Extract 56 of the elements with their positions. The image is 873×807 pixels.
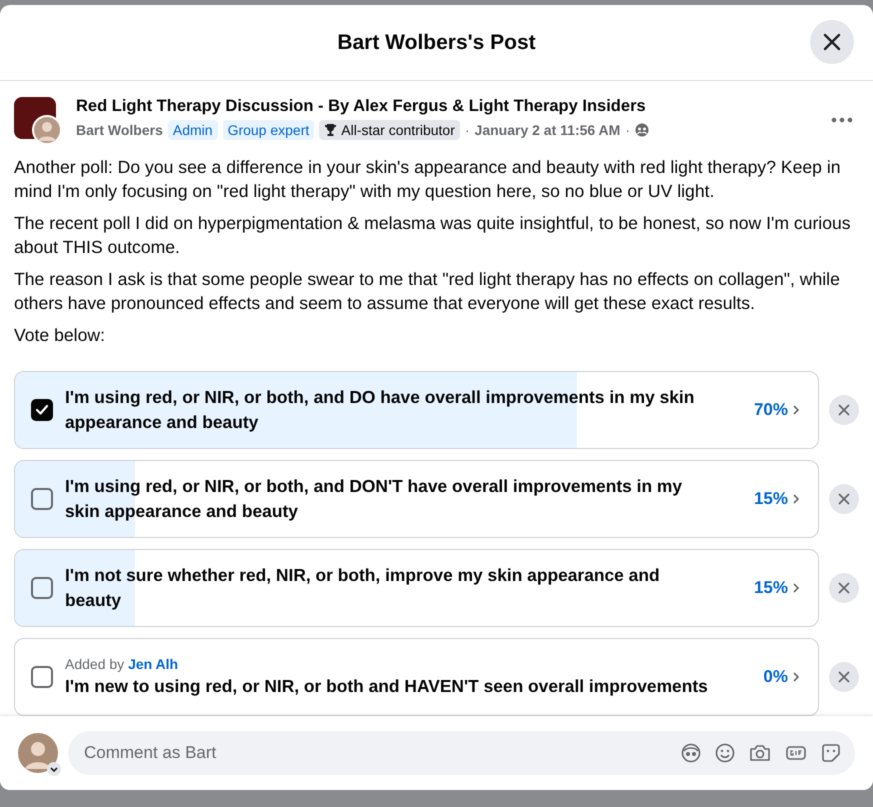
close-icon [838,493,850,505]
emoji-icon[interactable] [715,743,735,763]
remove-option-button[interactable] [829,484,859,514]
option-label: I'm using red, or NIR, or both, and DO have overall improvements in my skin appearance and beauty [65,386,696,434]
vote-percentage[interactable]: 15% [754,489,788,509]
role-badge[interactable]: Group expert [222,120,314,140]
avatar-sticker-icon[interactable] [681,743,701,763]
remove-option-button[interactable] [829,573,859,603]
poll-option[interactable]: I'm using red, or NIR, or both, and DO have overall improvements in my skin appearance and beauty 70% [14,371,819,449]
option-label: I'm not sure whether red, NIR, or both, improve my skin appearance and beauty [65,564,661,612]
chevron-right-icon [792,404,800,416]
separator-dot: · [464,122,470,138]
remove-option-button[interactable] [829,395,859,425]
close-icon [838,582,850,594]
poll-option[interactable]: I'm not sure whether red, NIR, or both, improve my skin appearance and beauty 15% [14,549,819,627]
sticker-icon[interactable] [821,743,841,763]
caret-icon[interactable] [47,762,61,776]
more-icon [831,117,853,123]
checkbox[interactable] [31,577,53,599]
chevron-right-icon [792,493,800,505]
close-icon [838,671,850,683]
poll-option[interactable]: I'm using red, or NIR, or both, and DON'T have overall improvements in my skin appearance and beauty 15% [14,460,819,538]
close-icon [838,404,850,416]
option-label: I'm new to using red, or NIR, or both and HAVEN'T seen overall improvements [65,674,709,698]
user-avatar-icon [18,733,58,773]
close-icon [823,33,841,51]
contributor-badge[interactable]: All-star contributor [319,120,460,140]
checkbox[interactable] [31,399,53,421]
author-link[interactable]: Bart Wolbers [76,122,163,138]
camera-icon[interactable] [749,743,771,763]
remove-option-button[interactable] [829,662,859,692]
gif-icon[interactable] [785,743,807,763]
chevron-right-icon [792,671,800,683]
check-icon [35,404,49,416]
separator-dot: · [625,122,630,138]
post-paragraph: The reason I ask is that some people swear to me that "red light therapy has no effects on collagen", while others have pronounced effects and seem to assume that everyone will get these exact results. [14,268,841,315]
vote-percentage[interactable]: 0% [763,667,788,687]
option-label: I'm using red, or NIR, or both, and DON'T have overall improvements in my skin appearance and beauty [65,475,684,523]
dialog-title: Bart Wolbers's Post [337,30,536,54]
contributor-link[interactable]: Jen Alh [128,656,178,672]
vote-percentage[interactable]: 15% [754,578,788,598]
vote-percentage[interactable]: 70% [754,400,788,420]
close-button[interactable] [810,20,854,64]
comment-field[interactable]: Comment as Bart [68,731,855,775]
added-by-label: Added by [65,656,124,672]
checkbox[interactable] [31,666,53,688]
chevron-right-icon [792,582,800,594]
group-link[interactable]: Red Light Therapy Discussion - By Alex Fergus & Light Therapy Insiders [76,97,815,116]
post-paragraph: The recent poll I did on hyperpigmentation & melasma was quite insightful, to be honest, so now I'm curious about THIS outcome. [14,212,852,259]
post-paragraph: Vote below: [14,324,106,347]
post-paragraph: Another poll: Do you see a difference in your skin's appearance and beauty with red light therapy? Keep in mind I'm only focusing on "red light therapy" with my question here, so no blue or UV light. [14,156,842,203]
poll-option[interactable]: Added by Jen Alh I'm new to using red, or NIR, or both and HAVEN'T seen overall improvements 0% [14,638,819,716]
role-badge[interactable]: Admin [168,120,218,140]
post-time-link[interactable]: January 2 at 11:56 AM [474,122,620,138]
user-avatar-icon [32,115,62,145]
checkbox[interactable] [31,488,53,510]
